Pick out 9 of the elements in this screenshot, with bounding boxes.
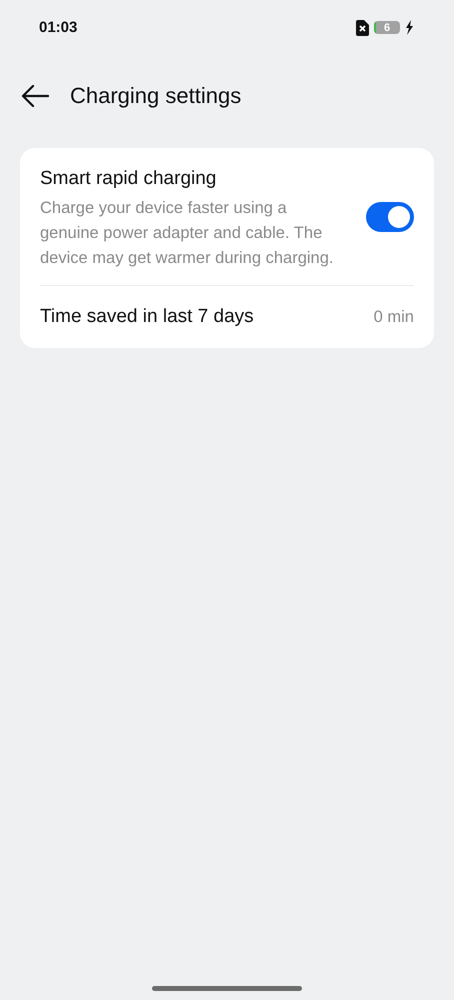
setting-title: Time saved in last 7 days bbox=[40, 306, 254, 328]
status-time: 01:03 bbox=[39, 19, 78, 36]
toggle-switch[interactable] bbox=[366, 202, 414, 232]
no-sim-icon bbox=[356, 20, 369, 36]
setting-title: Smart rapid charging bbox=[40, 168, 218, 190]
battery-level: 6 bbox=[384, 22, 390, 34]
setting-value: 0 min bbox=[374, 308, 414, 326]
setting-description: Charge your device faster using a genuine power adapter and cable. The device may get warmer during charging. bbox=[40, 198, 334, 269]
page-title: Charging settings bbox=[70, 83, 242, 109]
